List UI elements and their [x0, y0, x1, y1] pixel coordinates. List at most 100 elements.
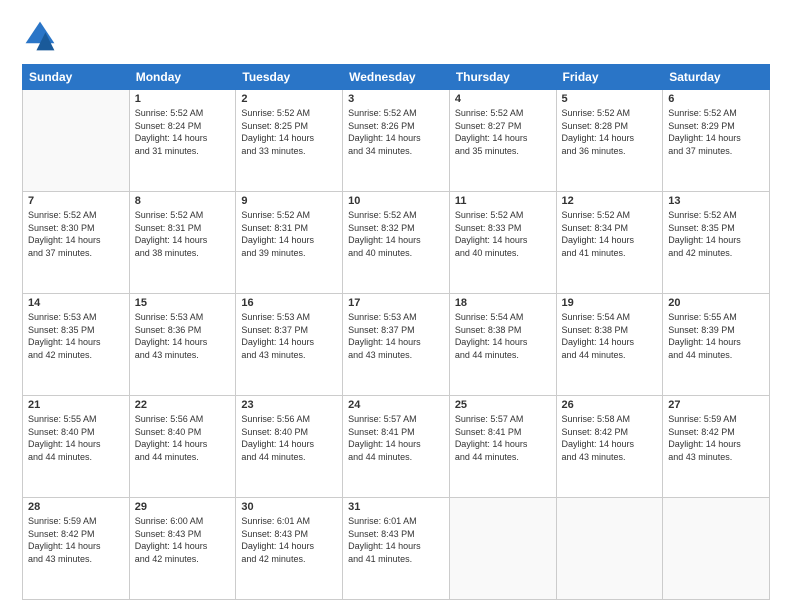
cell-info: Sunrise: 5:58 AMSunset: 8:42 PMDaylight:… — [562, 413, 658, 463]
calendar-cell: 16 Sunrise: 5:53 AMSunset: 8:37 PMDayligh… — [236, 294, 343, 396]
cell-info: Sunrise: 5:55 AMSunset: 8:40 PMDaylight:… — [28, 413, 124, 463]
day-number: 29 — [135, 501, 231, 513]
calendar-cell — [449, 498, 556, 600]
calendar-cell: 18 Sunrise: 5:54 AMSunset: 8:38 PMDayligh… — [449, 294, 556, 396]
weekday-header-saturday: Saturday — [663, 65, 770, 90]
day-number: 7 — [28, 195, 124, 207]
calendar-cell: 20Sunrise: 5:55 AMSunset: 8:39 PMDayligh… — [663, 294, 770, 396]
calendar-table: SundayMondayTuesdayWednesdayThursdayFrid… — [22, 64, 770, 600]
weekday-header-tuesday: Tuesday — [236, 65, 343, 90]
cell-info: Sunrise: 5:53 AMSunset: 8:36 PMDaylight:… — [135, 311, 231, 361]
calendar-cell: 5 Sunrise: 5:52 AMSunset: 8:28 PMDaylight… — [556, 90, 663, 192]
cell-info: Sunrise: 5:54 AMSunset: 8:38 PMDaylight:… — [455, 311, 551, 361]
cell-info: Sunrise: 5:52 AMSunset: 8:32 PMDaylight:… — [348, 209, 444, 259]
calendar-cell: 12 Sunrise: 5:52 AMSunset: 8:34 PMDayligh… — [556, 192, 663, 294]
cell-info: Sunrise: 5:52 AMSunset: 8:24 PMDaylight:… — [135, 107, 231, 157]
day-number: 18 — [455, 297, 551, 309]
day-number: 5 — [562, 93, 658, 105]
calendar-cell — [556, 498, 663, 600]
calendar-cell: 27 Sunrise: 5:59 AMSunset: 8:42 PMDayligh… — [663, 396, 770, 498]
calendar-cell: 13 Sunrise: 5:52 AMSunset: 8:35 PMDayligh… — [663, 192, 770, 294]
cell-info: Sunrise: 5:54 AMSunset: 8:38 PMDaylight:… — [562, 311, 658, 361]
cell-info: Sunrise: 5:53 AMSunset: 8:37 PMDaylight:… — [241, 311, 337, 361]
day-number: 13 — [668, 195, 764, 207]
cell-info: Sunrise: 5:52 AMSunset: 8:31 PMDaylight:… — [135, 209, 231, 259]
calendar-cell: 4Sunrise: 5:52 AMSunset: 8:27 PMDaylight… — [449, 90, 556, 192]
weekday-header-wednesday: Wednesday — [343, 65, 450, 90]
calendar-cell: 3 Sunrise: 5:52 AMSunset: 8:26 PMDaylight… — [343, 90, 450, 192]
day-number: 27 — [668, 399, 764, 411]
header — [22, 18, 770, 54]
calendar-cell: 8 Sunrise: 5:52 AMSunset: 8:31 PMDaylight… — [129, 192, 236, 294]
cell-info: Sunrise: 5:57 AMSunset: 8:41 PMDaylight:… — [348, 413, 444, 463]
cell-info: Sunrise: 5:53 AMSunset: 8:35 PMDaylight:… — [28, 311, 124, 361]
cell-info: Sunrise: 5:52 AMSunset: 8:30 PMDaylight:… — [28, 209, 124, 259]
calendar-cell: 31 Sunrise: 6:01 AMSunset: 8:43 PMDayligh… — [343, 498, 450, 600]
calendar-cell: 25Sunrise: 5:57 AMSunset: 8:41 PMDayligh… — [449, 396, 556, 498]
calendar-cell: 9 Sunrise: 5:52 AMSunset: 8:31 PMDaylight… — [236, 192, 343, 294]
cell-info: Sunrise: 5:52 AMSunset: 8:35 PMDaylight:… — [668, 209, 764, 259]
day-number: 8 — [135, 195, 231, 207]
day-number: 21 — [28, 399, 124, 411]
calendar-cell: 6 Sunrise: 5:52 AMSunset: 8:29 PMDaylight… — [663, 90, 770, 192]
cell-info: Sunrise: 5:52 AMSunset: 8:25 PMDaylight:… — [241, 107, 337, 157]
cell-info: Sunrise: 5:53 AMSunset: 8:37 PMDaylight:… — [348, 311, 444, 361]
day-number: 4 — [455, 93, 551, 105]
day-number: 12 — [562, 195, 658, 207]
day-number: 24 — [348, 399, 444, 411]
cell-info: Sunrise: 5:52 AMSunset: 8:29 PMDaylight:… — [668, 107, 764, 157]
cell-info: Sunrise: 5:52 AMSunset: 8:33 PMDaylight:… — [455, 209, 551, 259]
day-number: 31 — [348, 501, 444, 513]
calendar-cell: 1 Sunrise: 5:52 AMSunset: 8:24 PMDaylight… — [129, 90, 236, 192]
day-number: 6 — [668, 93, 764, 105]
calendar-cell: 15 Sunrise: 5:53 AMSunset: 8:36 PMDayligh… — [129, 294, 236, 396]
cell-info: Sunrise: 6:00 AMSunset: 8:43 PMDaylight:… — [135, 515, 231, 565]
logo-icon — [22, 18, 58, 54]
day-number: 19 — [562, 297, 658, 309]
day-number: 14 — [28, 297, 124, 309]
calendar-cell: 30 Sunrise: 6:01 AMSunset: 8:43 PMDayligh… — [236, 498, 343, 600]
cell-info: Sunrise: 5:56 AMSunset: 8:40 PMDaylight:… — [241, 413, 337, 463]
day-number: 26 — [562, 399, 658, 411]
calendar-cell: 21 Sunrise: 5:55 AMSunset: 8:40 PMDayligh… — [23, 396, 130, 498]
cell-info: Sunrise: 5:59 AMSunset: 8:42 PMDaylight:… — [28, 515, 124, 565]
calendar-cell: 22 Sunrise: 5:56 AMSunset: 8:40 PMDayligh… — [129, 396, 236, 498]
cell-info: Sunrise: 5:59 AMSunset: 8:42 PMDaylight:… — [668, 413, 764, 463]
week-row-2: 7 Sunrise: 5:52 AMSunset: 8:30 PMDaylight… — [23, 192, 770, 294]
day-number: 23 — [241, 399, 337, 411]
calendar-cell: 2Sunrise: 5:52 AMSunset: 8:25 PMDaylight… — [236, 90, 343, 192]
page: SundayMondayTuesdayWednesdayThursdayFrid… — [0, 0, 792, 612]
week-row-3: 14 Sunrise: 5:53 AMSunset: 8:35 PMDayligh… — [23, 294, 770, 396]
cell-info: Sunrise: 5:56 AMSunset: 8:40 PMDaylight:… — [135, 413, 231, 463]
day-number: 20 — [668, 297, 764, 309]
cell-info: Sunrise: 5:52 AMSunset: 8:26 PMDaylight:… — [348, 107, 444, 157]
day-number: 22 — [135, 399, 231, 411]
logo — [22, 18, 64, 54]
calendar-cell: 23 Sunrise: 5:56 AMSunset: 8:40 PMDayligh… — [236, 396, 343, 498]
calendar-cell: 7 Sunrise: 5:52 AMSunset: 8:30 PMDaylight… — [23, 192, 130, 294]
cell-info: Sunrise: 5:52 AMSunset: 8:34 PMDaylight:… — [562, 209, 658, 259]
calendar-cell: 19 Sunrise: 5:54 AMSunset: 8:38 PMDayligh… — [556, 294, 663, 396]
day-number: 30 — [241, 501, 337, 513]
weekday-header-row: SundayMondayTuesdayWednesdayThursdayFrid… — [23, 65, 770, 90]
calendar-cell: 26 Sunrise: 5:58 AMSunset: 8:42 PMDayligh… — [556, 396, 663, 498]
day-number: 9 — [241, 195, 337, 207]
weekday-header-sunday: Sunday — [23, 65, 130, 90]
day-number: 1 — [135, 93, 231, 105]
day-number: 3 — [348, 93, 444, 105]
calendar-cell: 10Sunrise: 5:52 AMSunset: 8:32 PMDayligh… — [343, 192, 450, 294]
cell-info: Sunrise: 6:01 AMSunset: 8:43 PMDaylight:… — [241, 515, 337, 565]
week-row-1: 1 Sunrise: 5:52 AMSunset: 8:24 PMDaylight… — [23, 90, 770, 192]
day-number: 16 — [241, 297, 337, 309]
calendar-cell: 17Sunrise: 5:53 AMSunset: 8:37 PMDayligh… — [343, 294, 450, 396]
day-number: 28 — [28, 501, 124, 513]
day-number: 11 — [455, 195, 551, 207]
weekday-header-friday: Friday — [556, 65, 663, 90]
weekday-header-monday: Monday — [129, 65, 236, 90]
calendar-cell: 11 Sunrise: 5:52 AMSunset: 8:33 PMDayligh… — [449, 192, 556, 294]
cell-info: Sunrise: 5:52 AMSunset: 8:28 PMDaylight:… — [562, 107, 658, 157]
calendar-cell: 24 Sunrise: 5:57 AMSunset: 8:41 PMDayligh… — [343, 396, 450, 498]
cell-info: Sunrise: 5:52 AMSunset: 8:31 PMDaylight:… — [241, 209, 337, 259]
cell-info: Sunrise: 6:01 AMSunset: 8:43 PMDaylight:… — [348, 515, 444, 565]
day-number: 15 — [135, 297, 231, 309]
